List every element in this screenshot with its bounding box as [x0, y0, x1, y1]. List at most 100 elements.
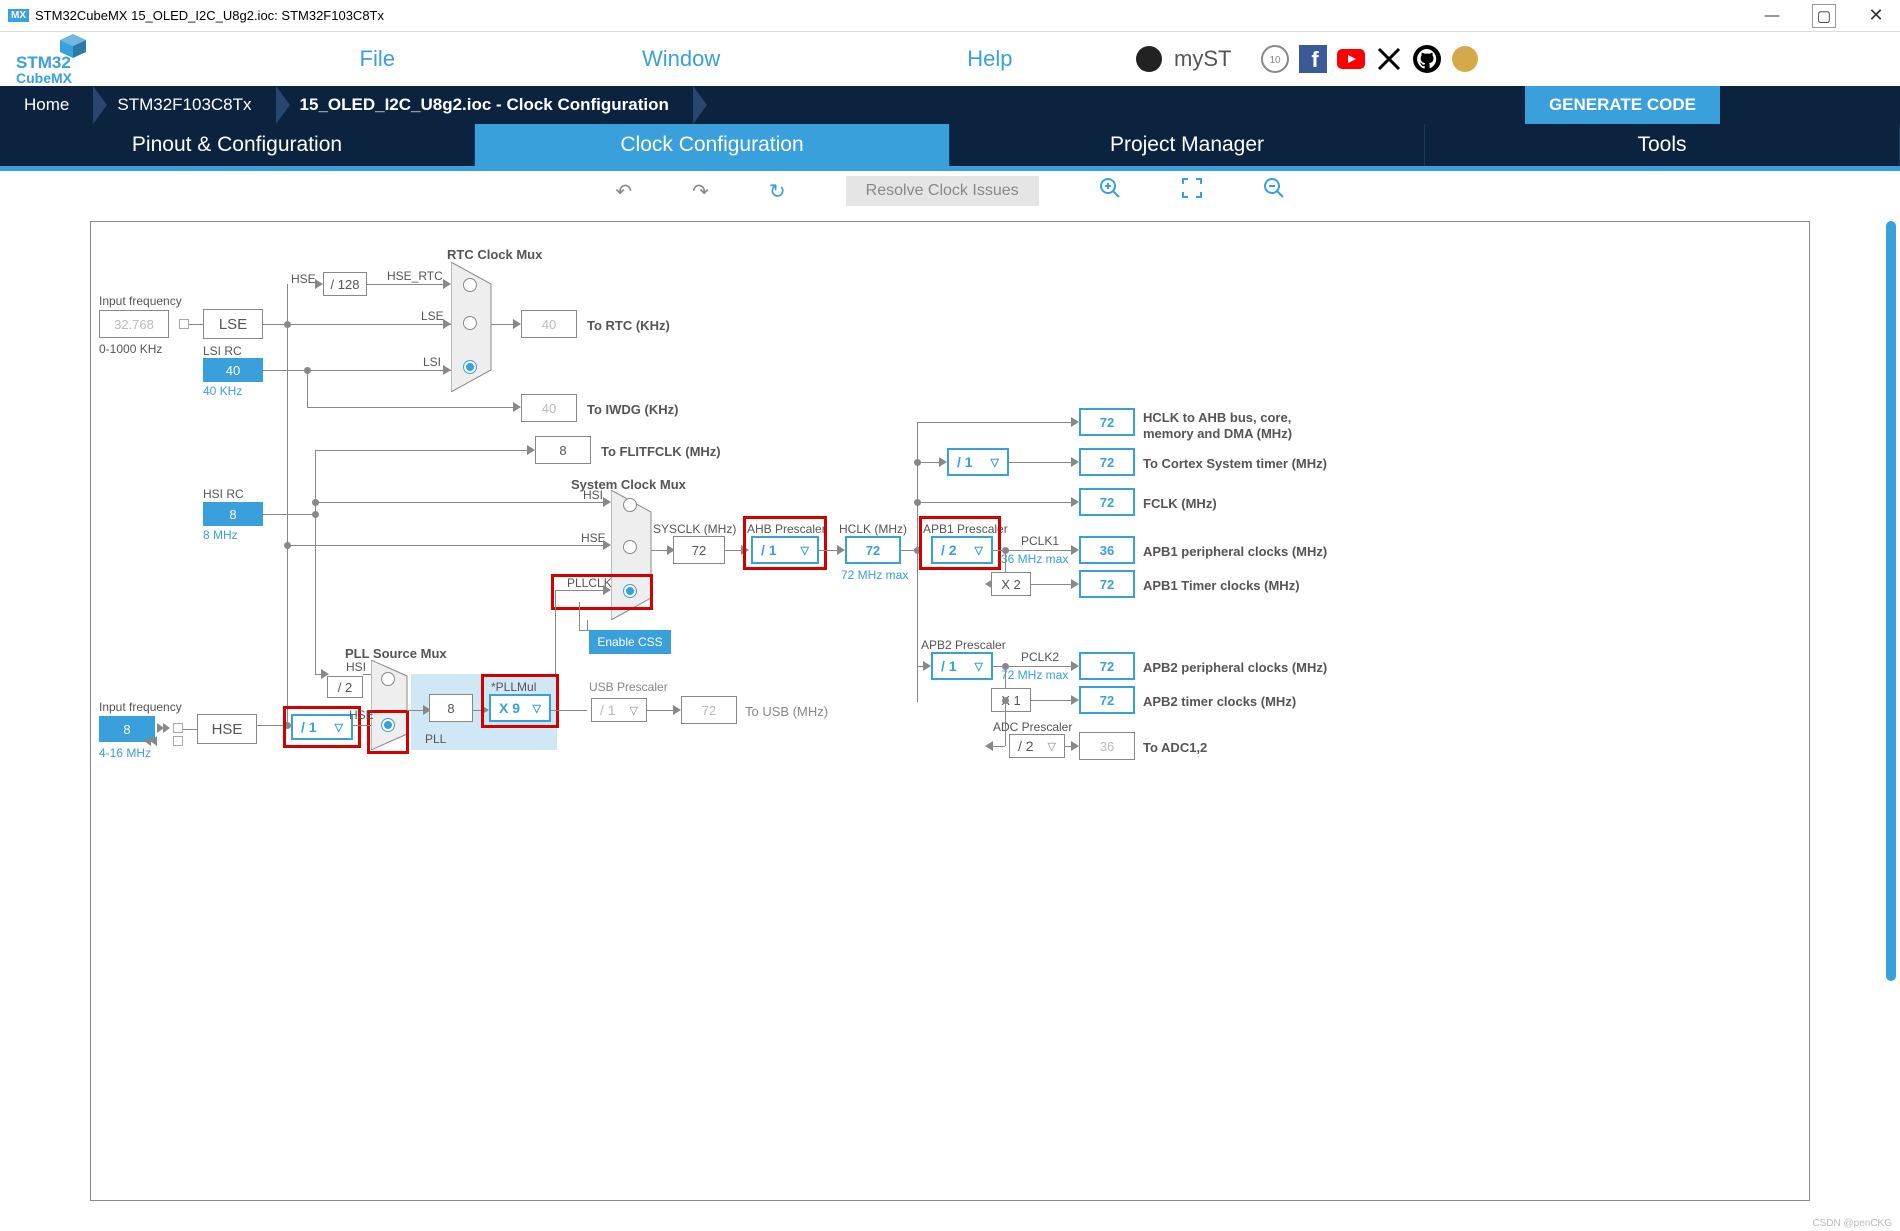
clock-diagram[interactable]: Input frequency 32.768 0-1000 KHz LSE LS…: [90, 221, 1810, 1201]
adc-out-label: To ADC1,2: [1143, 740, 1207, 755]
undo-icon[interactable]: ↶: [615, 179, 632, 204]
sys-mux-hsi-radio[interactable]: [623, 498, 637, 512]
pll-src-hsi-radio[interactable]: [381, 672, 395, 686]
chevron-down-icon: ▽: [975, 544, 983, 557]
menu-help[interactable]: Help: [967, 46, 1012, 72]
wiki-icon[interactable]: [1451, 45, 1479, 73]
pllmul-label: *PLLMul: [491, 680, 536, 694]
clock-canvas-container: Input frequency 32.768 0-1000 KHz LSE LS…: [0, 211, 1900, 1231]
resolve-clock-button[interactable]: Resolve Clock Issues: [846, 176, 1039, 206]
vertical-scrollbar[interactable]: [1886, 221, 1896, 981]
pclk1-max: 36 MHz max: [1001, 552, 1068, 566]
x-icon[interactable]: [1375, 45, 1403, 73]
hse-rtc-label: HSE_RTC: [387, 269, 443, 283]
myst-button[interactable]: myST: [1136, 46, 1231, 72]
enable-css-button[interactable]: Enable CSS: [589, 630, 671, 654]
apb2-prescaler-select[interactable]: / 1▽: [931, 652, 993, 680]
top-menu-bar: STM32CubeMX File Window Help myST 10 f: [0, 32, 1900, 86]
rtc-mux-lsi-radio[interactable]: [463, 360, 477, 374]
lse-range: 0-1000 KHz: [99, 342, 162, 356]
flitfclk-val: 8: [535, 436, 591, 464]
apb2-periph-val: 72: [1079, 652, 1135, 680]
adc-prescaler-select[interactable]: / 2▽: [1009, 734, 1065, 758]
tab-clock[interactable]: Clock Configuration: [475, 124, 950, 166]
hse-div-select[interactable]: / 1▽: [291, 714, 353, 740]
apb2-x1: X 1: [991, 688, 1031, 712]
sysclk-label: SYSCLK (MHz): [653, 522, 736, 536]
apb1-x2: X 2: [991, 572, 1031, 596]
apb1-presc-label: APB1 Prescaler: [923, 522, 1008, 536]
window-title: STM32CubeMX 15_OLED_I2C_U8g2.ioc: STM32F…: [35, 8, 1760, 23]
github-icon[interactable]: [1413, 45, 1441, 73]
iwdg-val: 40: [521, 394, 577, 422]
tab-pinout[interactable]: Pinout & Configuration: [0, 124, 475, 166]
social-icons: 10 f: [1261, 45, 1479, 73]
sys-hse-label: HSE: [581, 531, 606, 545]
pllmul-select[interactable]: X 9▽: [489, 694, 551, 722]
chevron-down-icon: ▽: [975, 660, 983, 673]
usb-presc-label: USB Prescaler: [589, 680, 668, 694]
hclk-bus-label: HCLK to AHB bus, core, memory and DMA (M…: [1143, 410, 1313, 441]
crumb-device[interactable]: STM32F103C8Tx: [93, 86, 275, 124]
fit-icon[interactable]: [1181, 177, 1203, 205]
zoom-out-icon[interactable]: [1263, 177, 1285, 205]
main-tabs: Pinout & Configuration Clock Configurati…: [0, 124, 1900, 166]
div128-box: / 128: [323, 272, 367, 296]
apb1-prescaler-select[interactable]: / 2▽: [931, 536, 993, 564]
hclk-val[interactable]: 72: [845, 536, 901, 564]
apb2-presc-label: APB2 Prescaler: [921, 638, 1006, 652]
lse-box: LSE: [203, 309, 263, 339]
rtc-mux[interactable]: [451, 262, 499, 392]
fclk-label: FCLK (MHz): [1143, 496, 1217, 511]
hse-input-freq-label: Input frequency: [99, 700, 182, 714]
chevron-down-icon: ▽: [630, 704, 638, 717]
breadcrumb: Home STM32F103C8Tx 15_OLED_I2C_U8g2.ioc …: [0, 86, 1900, 124]
rtc-mux-hse-radio[interactable]: [463, 278, 477, 292]
to-rtc-label: To RTC (KHz): [587, 318, 670, 333]
tab-project[interactable]: Project Manager: [950, 124, 1425, 166]
chevron-down-icon: ▽: [1048, 740, 1056, 753]
sys-hsi-label: HSI: [583, 488, 603, 502]
close-button[interactable]: ✕: [1864, 4, 1888, 28]
rtc-mux-label: RTC Clock Mux: [447, 247, 542, 262]
rtc-mux-lse-radio[interactable]: [463, 316, 477, 330]
menu-file[interactable]: File: [360, 46, 395, 72]
hclk-label: HCLK (MHz): [839, 522, 907, 536]
st-icon[interactable]: 10: [1261, 45, 1289, 73]
to-iwdg-label: To IWDG (KHz): [587, 402, 678, 417]
ahb-prescaler-select[interactable]: / 1▽: [751, 536, 819, 564]
to-usb-label: To USB (MHz): [745, 704, 828, 719]
sys-mux-hse-radio[interactable]: [623, 540, 637, 554]
sys-mux-pllclk-radio[interactable]: [623, 584, 637, 598]
generate-code-button[interactable]: GENERATE CODE: [1525, 86, 1720, 124]
pll-hsi-label: HSI: [346, 660, 366, 674]
pll-source-mux[interactable]: [371, 660, 415, 750]
zoom-in-icon[interactable]: [1099, 177, 1121, 205]
redo-icon[interactable]: ↷: [692, 179, 709, 204]
menu-window[interactable]: Window: [642, 46, 720, 72]
fclk-val: 72: [1079, 488, 1135, 516]
pll-label: PLL: [425, 732, 446, 746]
minimize-button[interactable]: —: [1760, 4, 1784, 28]
pll-src-hse-radio[interactable]: [381, 718, 395, 732]
chevron-down-icon: ▽: [533, 702, 541, 715]
sys-clock-mux[interactable]: [611, 490, 659, 620]
chevron-down-icon: ▽: [335, 721, 343, 734]
title-bar: MX STM32CubeMX 15_OLED_I2C_U8g2.ioc: STM…: [0, 0, 1900, 32]
apb1-periph-val: 36: [1079, 536, 1135, 564]
maximize-button[interactable]: ▢: [1812, 4, 1836, 28]
apb1-timer-label: APB1 Timer clocks (MHz): [1143, 578, 1300, 593]
cortex-div-select[interactable]: / 1▽: [947, 448, 1009, 476]
svg-text:f: f: [1312, 47, 1320, 72]
user-icon: [1136, 46, 1162, 72]
hsi-value: 8: [203, 502, 263, 526]
facebook-icon[interactable]: f: [1299, 45, 1327, 73]
pll-hse-label: HSE: [349, 708, 374, 722]
crumb-file[interactable]: 15_OLED_I2C_U8g2.ioc - Clock Configurati…: [276, 86, 693, 124]
refresh-icon[interactable]: ↻: [769, 179, 786, 204]
usb-prescaler-select[interactable]: / 1▽: [591, 698, 647, 722]
crumb-home[interactable]: Home: [0, 86, 93, 124]
lse-pad: [179, 319, 189, 329]
tab-tools[interactable]: Tools: [1425, 124, 1900, 166]
youtube-icon[interactable]: [1337, 45, 1365, 73]
